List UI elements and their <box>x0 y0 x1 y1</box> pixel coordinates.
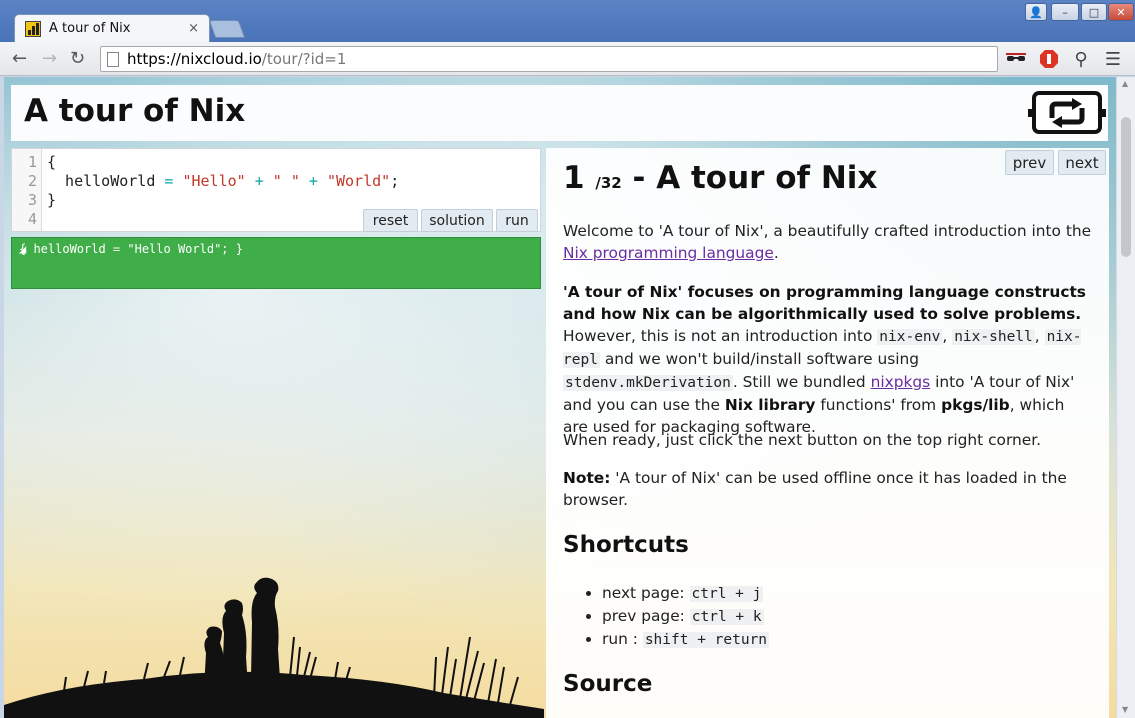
intro-text: Welcome to 'A tour of Nix', a beautifull… <box>563 222 1092 240</box>
reload-icon[interactable]: ↻ <box>70 48 85 69</box>
browser-tab[interactable]: A tour of Nix × <box>14 14 210 42</box>
tour-content-panel: prev next 1 /32 - A tour of Nix Welcome … <box>546 148 1109 718</box>
shortcut-label: prev page: <box>602 607 690 625</box>
tab-close-icon[interactable]: × <box>188 21 199 36</box>
code-string: "Hello" <box>182 172 246 190</box>
page-total: 32 <box>600 174 622 192</box>
code-semicolon: ; <box>390 172 400 190</box>
nixcloud-logo-icon[interactable] <box>1028 91 1106 134</box>
code-line-2[interactable]: helloWorld = "Hello" + " " + "World"; <box>47 172 399 190</box>
solution-button[interactable]: solution <box>421 209 493 232</box>
nix-library-bold: Nix library <box>724 396 816 414</box>
output-box[interactable]: { helloWorld = "Hello World"; } ◢ <box>11 237 541 289</box>
shortcut-keys: shift + return <box>642 632 770 648</box>
prev-button[interactable]: prev <box>1005 150 1054 175</box>
code-key: helloWorld <box>47 172 165 190</box>
maximize-button[interactable]: □ <box>1081 3 1107 21</box>
line-number-gutter: 1 2 3 4 <box>12 149 42 231</box>
list-item: run : shift + return <box>602 628 770 651</box>
page-current: 1 <box>563 160 585 196</box>
resize-handle-icon[interactable]: ◢ <box>19 242 538 286</box>
code-nix-env: nix-env <box>877 329 943 345</box>
p2-text: However, this is not an introduction int… <box>563 327 878 345</box>
code-editor[interactable]: 1 2 3 4 { helloWorld = "Hello" + " " + "… <box>11 148 541 232</box>
line-number: 4 <box>27 210 37 228</box>
focus-bold: 'A tour of Nix' focuses on programming l… <box>563 283 1086 323</box>
nix-language-link[interactable]: Nix programming language <box>563 244 774 262</box>
new-tab-button[interactable] <box>208 20 246 38</box>
intro-paragraph: Welcome to 'A tour of Nix', a beautifull… <box>563 220 1093 264</box>
tab-title: A tour of Nix <box>49 21 131 36</box>
p2-text: . Still we bundled <box>732 373 871 391</box>
site-title: A tour of Nix <box>24 93 246 129</box>
p2-text: , <box>1034 327 1045 345</box>
page-scrollbar[interactable]: ▲ ▼ <box>1116 77 1135 718</box>
list-item: next page: ctrl + j <box>602 582 769 605</box>
p2-text: and we won't build/install software usin… <box>599 350 920 368</box>
nixpkgs-link[interactable]: nixpkgs <box>871 373 931 391</box>
code-nix-shell: nix-shell <box>952 329 1035 345</box>
code-string: " " <box>272 172 300 190</box>
focus-paragraph: 'A tour of Nix' focuses on programming l… <box>563 281 1093 438</box>
minimize-button[interactable]: – <box>1051 3 1079 21</box>
list-item: prev page: ctrl + k <box>602 605 769 628</box>
page-viewport: A tour of Nix 1 2 3 4 { helloWorld = "He… <box>4 77 1116 718</box>
p2-text: , <box>942 327 953 345</box>
page-header: A tour of Nix <box>11 85 1108 141</box>
browser-toolbar: ← → ↻ https://nixcloud.io/tour/?id=1 ⚲ ☰ <box>0 42 1135 76</box>
scroll-up-icon[interactable]: ▲ <box>1122 79 1128 88</box>
meerkat-silhouette-illustration <box>4 577 544 718</box>
next-button[interactable]: next <box>1058 150 1106 175</box>
url-host: https://nixcloud.io <box>127 50 262 68</box>
forward-icon[interactable]: → <box>42 48 57 69</box>
shortcut-label: run : <box>602 630 643 648</box>
shortcut-keys: ctrl + k <box>689 609 764 625</box>
favicon-icon <box>25 20 41 37</box>
note-text: 'A tour of Nix' can be used offline once… <box>563 469 1067 509</box>
lesson-title: 1 /32 - A tour of Nix <box>563 160 877 196</box>
line-number: 1 <box>27 153 37 171</box>
shortcut-label: next page: <box>602 584 690 602</box>
url-path: /tour/?id=1 <box>261 50 347 68</box>
ready-paragraph: When ready, just click the next button o… <box>563 431 1042 449</box>
code-operator: + <box>308 172 318 190</box>
pkgs-lib-bold: pkgs/lib <box>941 396 1010 414</box>
shortcuts-list: next page: ctrl + j prev page: ctrl + k … <box>586 582 770 651</box>
incognito-extension-icon[interactable] <box>1006 49 1026 69</box>
scrollbar-thumb[interactable] <box>1121 117 1131 257</box>
reset-button[interactable]: reset <box>363 209 418 232</box>
note-label: Note: <box>563 469 611 487</box>
back-icon[interactable]: ← <box>12 48 27 69</box>
shortcuts-heading: Shortcuts <box>563 532 689 558</box>
line-number: 2 <box>27 172 37 190</box>
intro-end: . <box>773 244 779 262</box>
code-operator: = <box>164 172 174 190</box>
code-string: "World" <box>326 172 391 190</box>
run-button[interactable]: run <box>496 209 538 232</box>
code-line-3[interactable]: } <box>47 191 56 209</box>
page-icon <box>107 51 119 67</box>
note-paragraph: Note: 'A tour of Nix' can be used offlin… <box>563 467 1093 511</box>
shortcut-keys: ctrl + j <box>689 586 764 602</box>
close-window-button[interactable]: ✕ <box>1108 3 1134 21</box>
window-titlebar: A tour of Nix × 👤 – □ ✕ <box>0 0 1135 42</box>
title-suffix: - A tour of Nix <box>632 160 878 196</box>
code-line-1[interactable]: { <box>47 153 56 171</box>
code-operator: + <box>254 172 264 190</box>
source-heading: Source <box>563 671 653 697</box>
menu-icon[interactable]: ☰ <box>1103 49 1123 70</box>
line-number: 3 <box>27 191 37 209</box>
code-mkderivation: stdenv.mkDerivation <box>563 375 733 391</box>
user-profile-button[interactable]: 👤 <box>1025 3 1047 21</box>
adblock-extension-icon[interactable] <box>1039 49 1059 69</box>
scroll-down-icon[interactable]: ▼ <box>1122 705 1128 714</box>
p2-text: functions' from <box>815 396 942 414</box>
address-bar[interactable]: https://nixcloud.io/tour/?id=1 <box>100 46 998 72</box>
search-icon[interactable]: ⚲ <box>1071 49 1091 70</box>
